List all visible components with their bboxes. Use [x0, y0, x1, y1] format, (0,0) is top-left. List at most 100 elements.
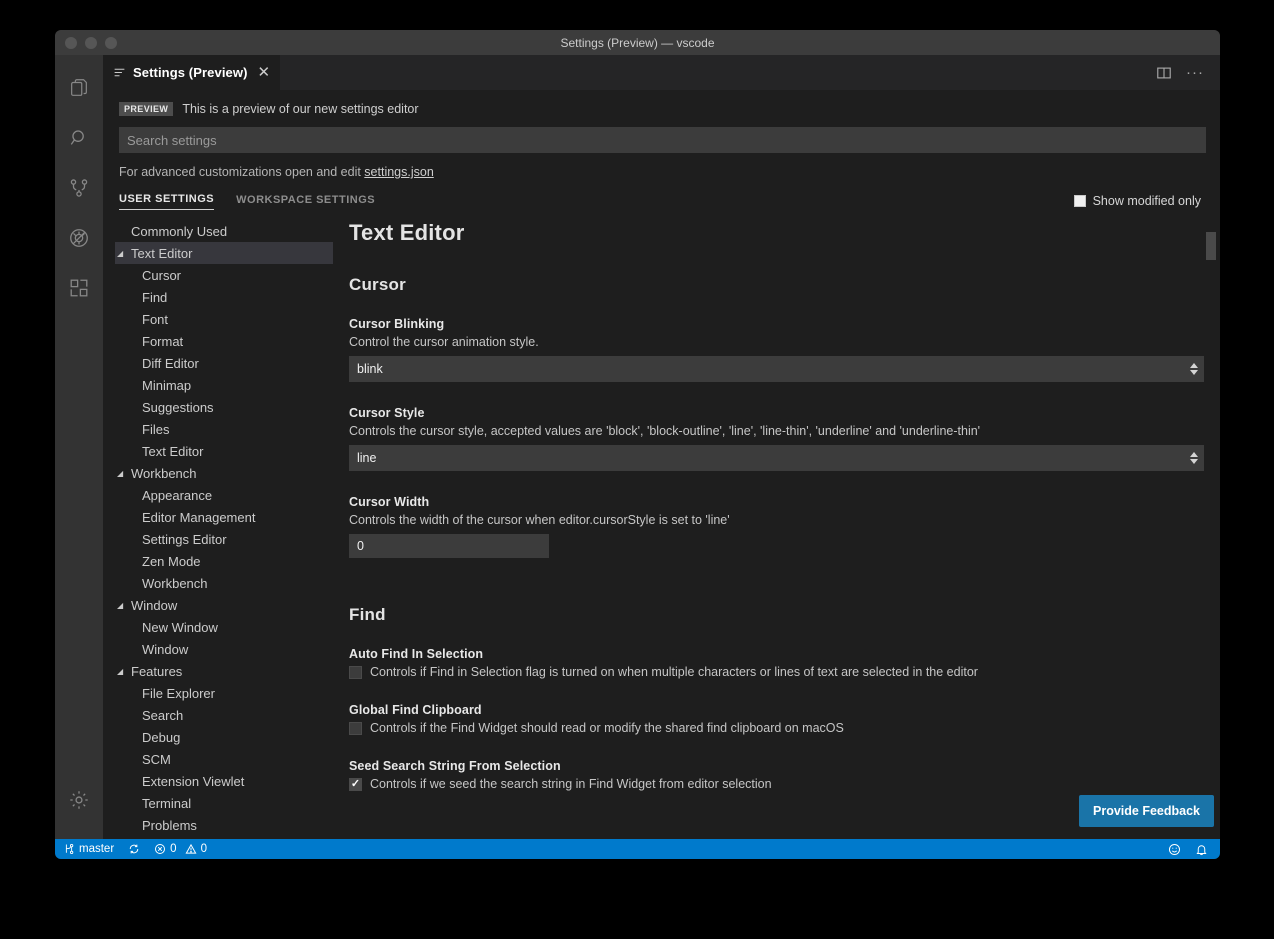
close-icon[interactable]: ✕: [258, 65, 271, 80]
settings-content: Text Editor Cursor Cursor Blinking Contr…: [333, 220, 1220, 839]
show-modified-only-checkbox[interactable]: [1074, 195, 1086, 207]
smiley-icon: [1168, 843, 1181, 856]
activity-debug[interactable]: [55, 213, 103, 263]
files-icon: [68, 77, 90, 99]
toc-item-format[interactable]: Format: [115, 330, 333, 352]
show-modified-only-toggle[interactable]: Show modified only: [1074, 194, 1204, 210]
toc-item-label: Format: [142, 334, 183, 349]
cursor-width-input[interactable]: 0: [349, 534, 549, 558]
setting-auto-find-in-selection: Auto Find In Selection Controls if Find …: [349, 647, 1196, 679]
toc-item-window[interactable]: Window: [115, 638, 333, 660]
tab-settings-preview[interactable]: Settings (Preview) ✕: [103, 55, 280, 90]
toc-item-zen-mode[interactable]: Zen Mode: [115, 550, 333, 572]
warning-count: 0: [201, 843, 207, 855]
tab-workspace-settings[interactable]: WORKSPACE SETTINGS: [236, 194, 375, 210]
status-problems[interactable]: 0 0: [147, 839, 214, 859]
setting-description: Controls if Find in Selection flag is tu…: [370, 665, 978, 679]
editor-area: Settings (Preview) ✕ ··· PREVIEW: [103, 55, 1220, 839]
toc-item-label: Find: [142, 290, 167, 305]
toc-item-font[interactable]: Font: [115, 308, 333, 330]
status-notifications[interactable]: [1188, 839, 1220, 859]
cursor-blinking-select[interactable]: blink: [349, 356, 1204, 382]
status-feedback[interactable]: [1161, 839, 1188, 859]
toc-item-files[interactable]: Files: [115, 418, 333, 440]
content-scrollbar[interactable]: [1206, 232, 1216, 260]
toc-item-label: Editor Management: [142, 510, 255, 525]
toc-item-window[interactable]: ◢Window: [115, 594, 333, 616]
toc-item-settings-editor[interactable]: Settings Editor: [115, 528, 333, 550]
close-window-button[interactable]: [65, 37, 77, 49]
toc-item-label: New Window: [142, 620, 218, 635]
error-circle-icon: [154, 843, 166, 855]
seed-search-string-checkbox[interactable]: ✓: [349, 778, 362, 791]
toc-item-editor-management[interactable]: Editor Management: [115, 506, 333, 528]
toc-item-features[interactable]: ◢Features: [115, 660, 333, 682]
settings-header: PREVIEW This is a preview of our new set…: [103, 90, 1220, 210]
toc-item-debug[interactable]: Debug: [115, 726, 333, 748]
settings-toc-tree[interactable]: Commonly Used◢Text EditorCursorFindFontF…: [103, 220, 333, 839]
setting-description: Controls the width of the cursor when ed…: [349, 513, 1196, 527]
window-controls[interactable]: [55, 37, 117, 49]
toc-item-diff-editor[interactable]: Diff Editor: [115, 352, 333, 374]
toc-item-suggestions[interactable]: Suggestions: [115, 396, 333, 418]
maximize-window-button[interactable]: [105, 37, 117, 49]
toc-item-terminal[interactable]: Terminal: [115, 792, 333, 814]
toc-item-workbench[interactable]: Workbench: [115, 572, 333, 594]
selected-value: line: [357, 451, 376, 465]
search-input[interactable]: Search settings: [119, 127, 1206, 153]
toc-item-commonly-used[interactable]: Commonly Used: [115, 220, 333, 242]
setting-seed-search-string: Seed Search String From Selection ✓ Cont…: [349, 759, 1196, 791]
app-window: Settings (Preview) — vscode: [55, 30, 1220, 859]
setting-description: Controls if the Find Widget should read …: [370, 721, 844, 735]
auto-find-in-selection-checkbox[interactable]: [349, 666, 362, 679]
toc-item-appearance[interactable]: Appearance: [115, 484, 333, 506]
toc-item-text-editor[interactable]: ◢Text Editor: [115, 242, 333, 264]
toc-item-text-editor[interactable]: Text Editor: [115, 440, 333, 462]
error-count: 0: [170, 843, 176, 855]
settings-json-link[interactable]: settings.json: [364, 165, 433, 179]
activity-source-control[interactable]: [55, 163, 103, 213]
toc-item-find[interactable]: Find: [115, 286, 333, 308]
cursor-style-select[interactable]: line: [349, 445, 1204, 471]
toc-item-label: File Explorer: [142, 686, 215, 701]
toc-item-search[interactable]: Search: [115, 704, 333, 726]
app-body: Settings (Preview) ✕ ··· PREVIEW: [55, 55, 1220, 839]
setting-label: Cursor Blinking: [349, 317, 1196, 331]
status-sync[interactable]: [121, 839, 147, 859]
provide-feedback-button[interactable]: Provide Feedback: [1079, 795, 1214, 827]
activity-explorer[interactable]: [55, 63, 103, 113]
toc-item-new-window[interactable]: New Window: [115, 616, 333, 638]
toc-item-problems[interactable]: Problems: [115, 814, 333, 836]
toc-item-scm[interactable]: SCM: [115, 748, 333, 770]
status-branch[interactable]: master: [55, 839, 121, 859]
activity-search[interactable]: [55, 113, 103, 163]
chevron-updown-icon: [1190, 452, 1198, 464]
setting-label: Cursor Style: [349, 406, 1196, 420]
activity-extensions[interactable]: [55, 263, 103, 313]
minimize-window-button[interactable]: [85, 37, 97, 49]
preview-message: This is a preview of our new settings ed…: [182, 102, 418, 116]
toc-item-minimap[interactable]: Minimap: [115, 374, 333, 396]
toc-item-cursor[interactable]: Cursor: [115, 264, 333, 286]
split-editor-icon[interactable]: [1156, 65, 1172, 81]
setting-cursor-width: Cursor Width Controls the width of the c…: [349, 495, 1196, 558]
setting-label: Seed Search String From Selection: [349, 759, 1196, 773]
title-bar: Settings (Preview) — vscode: [55, 30, 1220, 55]
checkmark-icon: ✓: [351, 779, 360, 790]
advanced-prefix-text: For advanced customizations open and edi…: [119, 165, 364, 179]
scope-tabs: USER SETTINGS WORKSPACE SETTINGS Show mo…: [119, 188, 1204, 210]
toc-item-label: Terminal: [142, 796, 191, 811]
advanced-customizations-row: For advanced customizations open and edi…: [119, 165, 1204, 179]
chevron-down-icon: ◢: [117, 601, 131, 610]
tab-user-settings[interactable]: USER SETTINGS: [119, 193, 214, 210]
toc-item-extension-viewlet[interactable]: Extension Viewlet: [115, 770, 333, 792]
more-actions-icon[interactable]: ···: [1186, 65, 1204, 80]
toc-item-workbench[interactable]: ◢Workbench: [115, 462, 333, 484]
toc-item-file-explorer[interactable]: File Explorer: [115, 682, 333, 704]
global-find-clipboard-checkbox[interactable]: [349, 722, 362, 735]
toc-item-label: Workbench: [131, 466, 197, 481]
source-control-icon: [68, 177, 90, 199]
activity-manage[interactable]: [55, 775, 103, 825]
search-placeholder: Search settings: [127, 133, 217, 148]
group-heading-find: Find: [349, 605, 1196, 625]
